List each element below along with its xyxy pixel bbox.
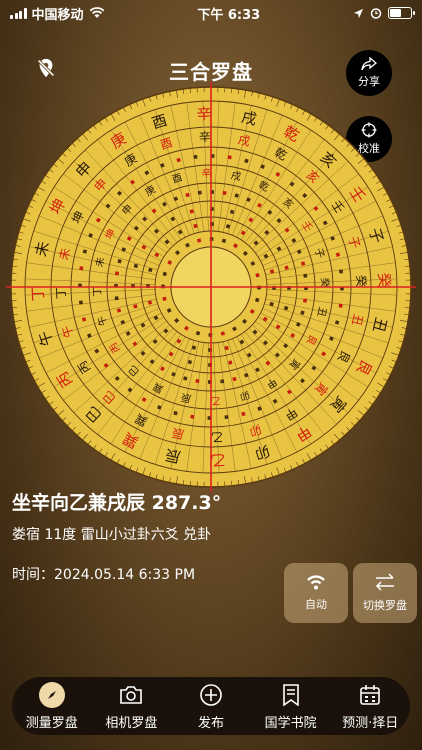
outer-ring-label: 辛 <box>196 105 212 124</box>
dial-mark <box>190 414 195 419</box>
swap-arrows-icon <box>375 573 394 591</box>
carrier-label: 中国移动 <box>31 7 84 23</box>
direction-reading: 坐辛向乙兼戌辰 287.3° <box>12 492 222 514</box>
crosshair-lines <box>6 82 416 492</box>
tab-academy[interactable]: 国学书院 <box>251 682 331 731</box>
dial-mark <box>197 190 202 195</box>
dial-mark <box>302 298 308 303</box>
switch-compass-button[interactable]: 切换罗盘 <box>353 563 417 623</box>
tab-publish[interactable]: 发布 <box>171 682 251 731</box>
middle-ring-label: 辛 <box>199 130 212 144</box>
tab-label: 预测·择日 <box>342 715 399 731</box>
alarm-icon <box>370 8 382 19</box>
luopan-compass: 卯乙辰巽巳丙午丁未坤申庚酉辛戌乾亥壬子癸丑艮寅甲卯乙辰巽巳丙午丁未坤申庚酉辛戌乾… <box>6 82 416 492</box>
mansion-hexagram-info: 娄宿 11度 雷山小过卦六爻 兑卦 <box>12 527 212 543</box>
auto-label: 自动 <box>305 598 327 611</box>
tab-label: 相机罗盘 <box>105 715 158 731</box>
bottom-tab-bar: 测量罗盘 相机罗盘 发布 国学书院 预测·择日 <box>12 677 410 735</box>
status-bar: 中国移动 下午 6:33 <box>0 0 422 26</box>
middle-ring-label: 癸 <box>354 275 368 288</box>
time-label: 时间： <box>12 567 54 583</box>
tab-label: 发布 <box>197 715 224 731</box>
dial-mark <box>220 379 225 384</box>
dial-mark <box>79 266 84 271</box>
inner-ring-label: 丁 <box>92 286 103 296</box>
tab-label: 测量罗盘 <box>25 715 78 731</box>
battery-icon <box>387 7 415 19</box>
tab-forecast[interactable]: 预测·择日 <box>330 682 410 731</box>
dial-mark <box>222 190 227 196</box>
clock: 下午 6:33 <box>197 7 261 23</box>
outer-ring-label: 丁 <box>29 286 48 302</box>
tab-label: 国学书院 <box>264 715 317 731</box>
auto-button[interactable]: 自动 <box>284 563 348 623</box>
dial-mark <box>338 303 343 308</box>
dial-mark <box>224 415 229 420</box>
compass-icon <box>38 681 65 708</box>
inner-ring-label: 癸 <box>318 277 331 288</box>
outer-ring-label: 癸 <box>375 272 394 288</box>
calendar-icon <box>357 682 383 708</box>
location-arrow-icon <box>353 8 364 18</box>
inner-ring-label: 辛 <box>201 166 212 179</box>
dial-mark <box>114 271 120 276</box>
dial-mark <box>193 154 198 159</box>
time-value: 2024.05.14 6:33 PM <box>54 567 196 583</box>
camera-icon <box>118 682 144 708</box>
switch-label: 切换罗盘 <box>363 599 407 612</box>
inner-ring-label: 乙 <box>210 394 220 406</box>
plus-icon <box>198 682 224 708</box>
dial-mark <box>227 155 232 160</box>
middle-ring-label: 乙 <box>211 430 224 444</box>
bookmark-icon <box>278 682 304 708</box>
signal-icon <box>10 7 27 19</box>
dial-mark <box>78 300 83 305</box>
outer-ring-label: 乙 <box>210 451 226 470</box>
auto-signal-icon <box>307 575 325 590</box>
dial-mark <box>339 269 344 274</box>
middle-ring-label: 丁 <box>54 287 68 300</box>
dial-mark <box>114 296 119 301</box>
dial-mark <box>195 378 200 384</box>
timestamp: 时间：2024.05.14 6:33 PM <box>12 564 195 584</box>
tab-measure-compass[interactable]: 测量罗盘 <box>12 681 92 731</box>
wifi-icon <box>89 7 104 18</box>
share-icon <box>361 57 377 71</box>
dial-mark <box>303 273 308 278</box>
tab-camera-compass[interactable]: 相机罗盘 <box>92 682 172 731</box>
